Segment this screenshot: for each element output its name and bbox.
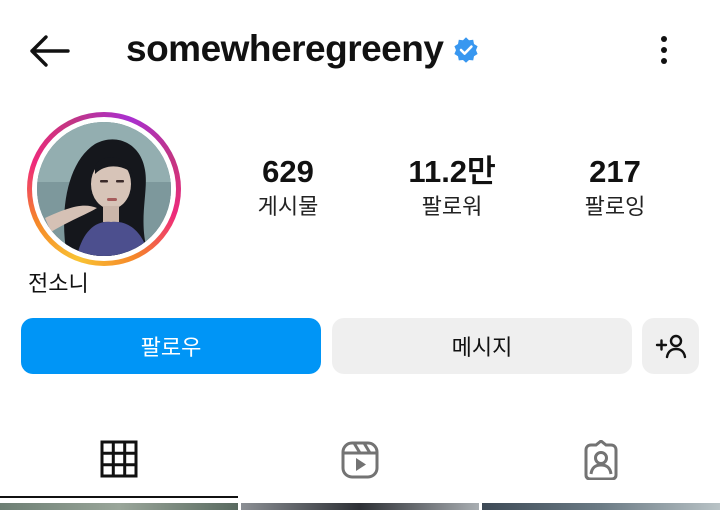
profile-screen: somewheregreeny 전소니 629 게시물 11.2만 팔로워 21… <box>0 0 720 510</box>
grid-icon <box>100 440 138 478</box>
posts-grid <box>0 503 720 510</box>
stat-followers-label: 팔로워 <box>421 195 483 220</box>
stat-following-label: 팔로잉 <box>584 195 646 220</box>
post-thumbnail[interactable] <box>241 503 479 510</box>
story-ring[interactable] <box>27 112 181 266</box>
post-thumbnail[interactable] <box>482 503 720 510</box>
tagged-icon <box>584 440 618 480</box>
more-vertical-icon <box>661 36 667 64</box>
more-options-button[interactable] <box>651 32 677 68</box>
stat-posts[interactable]: 629 게시물 <box>218 152 358 224</box>
tab-reels[interactable] <box>240 430 480 498</box>
arrow-left-icon <box>30 35 70 67</box>
stat-following[interactable]: 217 팔로잉 <box>545 152 685 224</box>
avatar <box>37 122 171 256</box>
profile-photo <box>37 122 171 256</box>
stat-followers[interactable]: 11.2만 팔로워 <box>382 152 522 224</box>
follow-button[interactable]: 팔로우 <box>21 318 321 374</box>
display-name: 전소니 <box>28 272 89 297</box>
tab-posts-grid[interactable] <box>0 430 240 498</box>
suggested-accounts-button[interactable] <box>642 318 699 374</box>
stat-posts-count: 629 <box>262 154 314 189</box>
stat-posts-label: 게시물 <box>257 195 319 220</box>
post-thumbnail[interactable] <box>0 503 238 510</box>
profile-username: somewheregreeny <box>126 28 444 69</box>
stat-following-count: 217 <box>589 154 641 189</box>
profile-tabs <box>0 430 720 498</box>
back-button[interactable] <box>26 33 72 69</box>
top-bar: somewheregreeny <box>0 0 720 100</box>
reels-icon <box>341 441 379 479</box>
active-tab-indicator <box>0 496 238 498</box>
stat-followers-count: 11.2만 <box>408 154 496 189</box>
tab-tagged[interactable] <box>480 430 720 498</box>
person-plus-icon <box>655 334 686 359</box>
message-button[interactable]: 메시지 <box>332 318 632 374</box>
verified-badge-icon <box>453 37 479 63</box>
